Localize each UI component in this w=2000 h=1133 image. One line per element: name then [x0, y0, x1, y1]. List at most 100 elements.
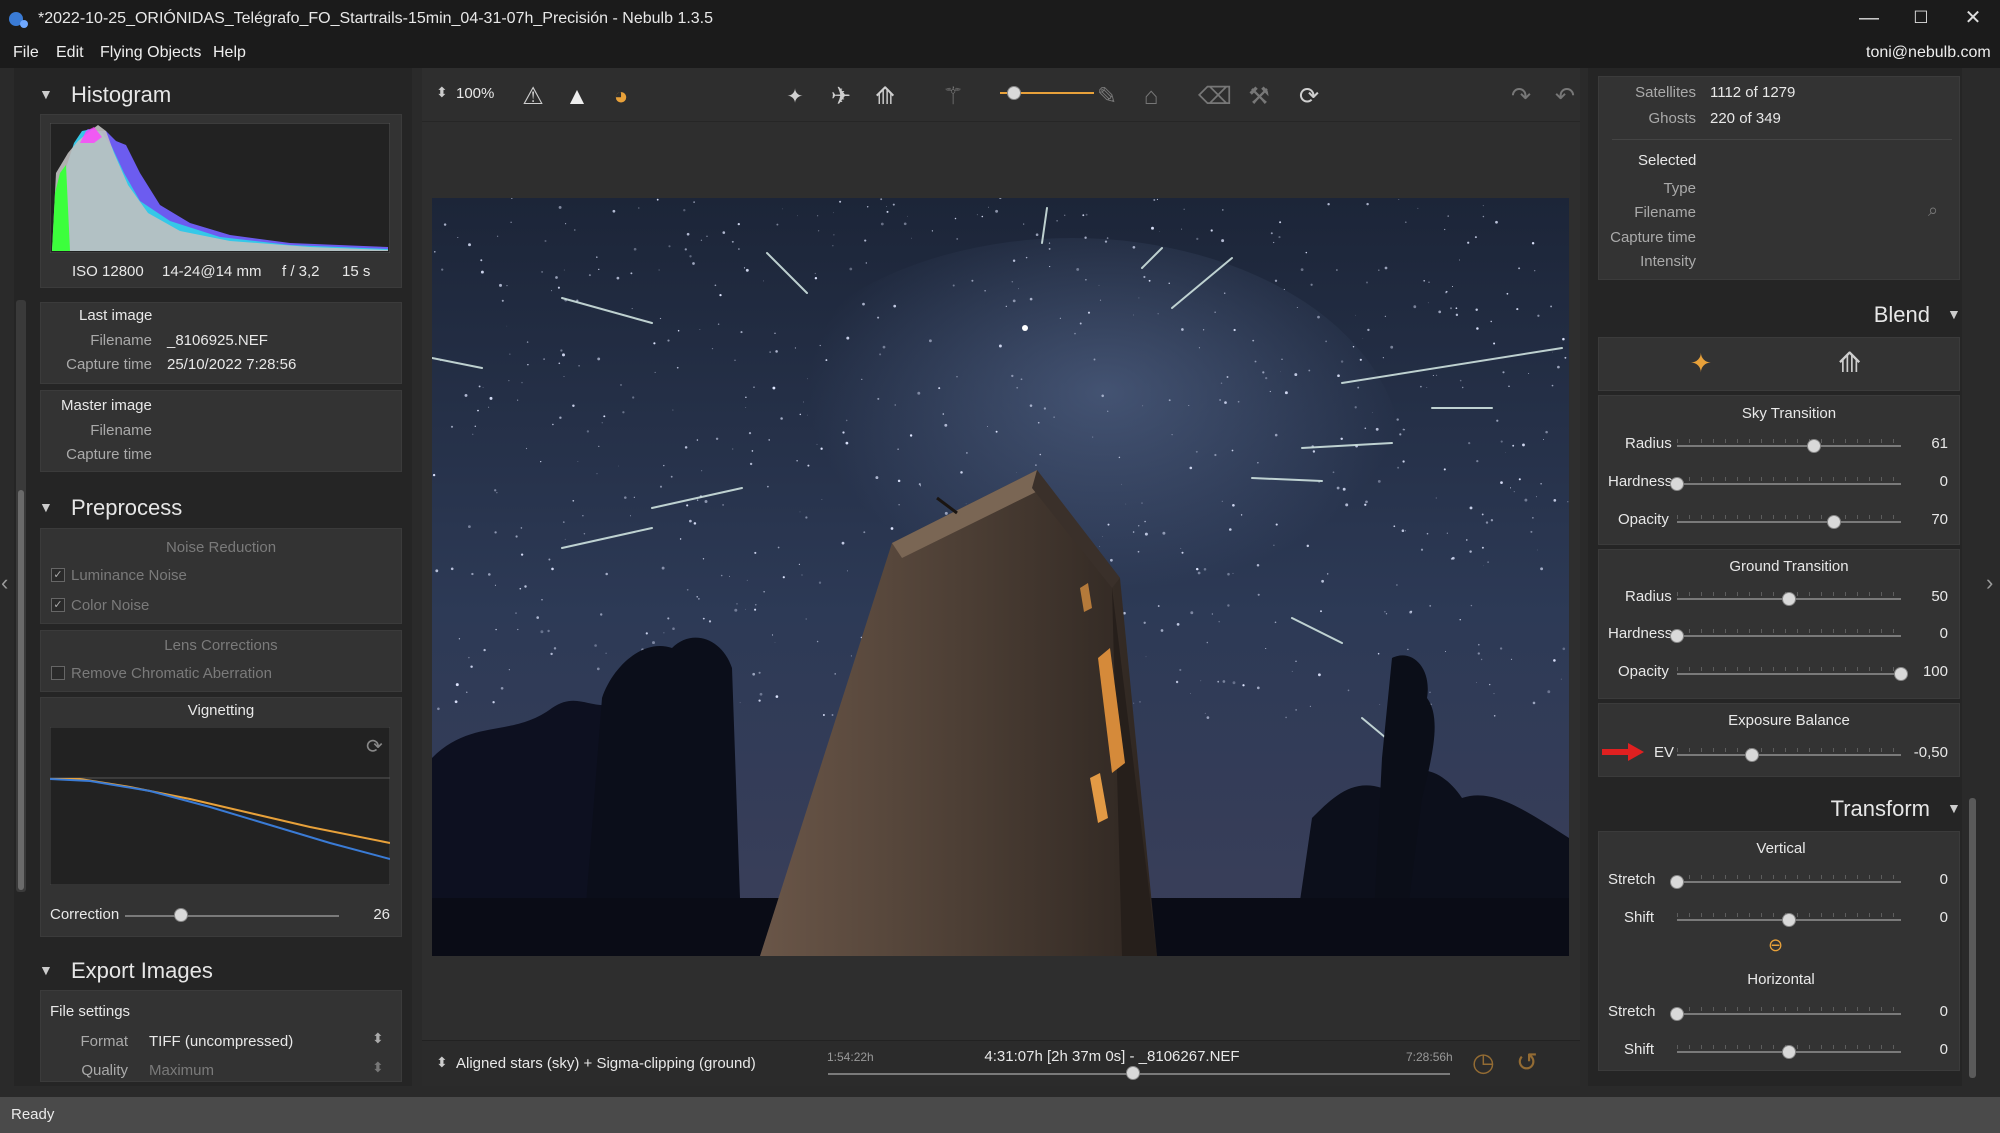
- stars-icon[interactable]: ✦: [778, 80, 812, 114]
- zoom-value[interactable]: 100%: [456, 85, 494, 102]
- broom-icon[interactable]: ⚒: [1242, 80, 1276, 114]
- format-value[interactable]: TIFF (uncompressed): [149, 1033, 293, 1050]
- star-dot: [1393, 525, 1396, 528]
- vignetting-curve: [50, 727, 390, 885]
- star-dot: [1475, 308, 1478, 311]
- star-dot: [1445, 651, 1446, 652]
- zoom-spinner-icon[interactable]: ⬍: [436, 84, 448, 101]
- lasso-icon[interactable]: ⌂: [1134, 80, 1168, 114]
- star-dot: [708, 620, 712, 623]
- star-dot: [1195, 450, 1198, 453]
- ground-hardness-slider-knob[interactable]: [1670, 629, 1684, 643]
- star-dot: [1144, 520, 1146, 523]
- palette-icon[interactable]: ◕: [604, 80, 638, 114]
- collapse-right-icon[interactable]: ›: [1986, 570, 1993, 596]
- locate-icon[interactable]: ⌕: [1928, 200, 1938, 221]
- warning-filled-icon[interactable]: ▲: [560, 80, 594, 114]
- tower-icon[interactable]: ⟰: [868, 80, 902, 114]
- sky-radius-slider[interactable]: [1677, 445, 1901, 447]
- star-dot: [1427, 302, 1429, 304]
- menu-bar: File Edit Flying Objects Help toni@nebul…: [0, 38, 2000, 68]
- menu-edit[interactable]: Edit: [56, 44, 84, 62]
- menu-file[interactable]: File: [13, 44, 39, 62]
- minimize-button[interactable]: —: [1842, 0, 1896, 38]
- refresh-icon[interactable]: ⟳: [1292, 80, 1326, 114]
- ground-tower-tab-icon[interactable]: ⟰: [1838, 346, 1861, 379]
- blend-collapse-icon[interactable]: ▼: [1947, 306, 1961, 322]
- ev-slider[interactable]: [1677, 754, 1901, 756]
- sky-hardness-slider[interactable]: [1677, 483, 1901, 485]
- left-scrollbar[interactable]: [16, 300, 26, 892]
- histogram-collapse-icon[interactable]: ▼: [39, 86, 53, 102]
- luminance-checkbox[interactable]: ✓: [51, 568, 65, 582]
- maximize-button[interactable]: ☐: [1894, 0, 1948, 38]
- star-dot: [942, 413, 945, 415]
- user-account[interactable]: toni@nebulb.com: [1866, 44, 1991, 62]
- horizontal-shift-slider-knob[interactable]: [1782, 1045, 1796, 1059]
- menu-flying-objects[interactable]: Flying Objects: [100, 44, 201, 62]
- star-dot: [1110, 558, 1113, 562]
- left-scrollbar-thumb[interactable]: [18, 490, 24, 890]
- color-noise-checkbox[interactable]: ✓: [51, 598, 65, 612]
- star-dot: [986, 426, 988, 427]
- quality-spinner-icon[interactable]: ⬍: [372, 1059, 384, 1076]
- export-collapse-icon[interactable]: ▼: [39, 962, 53, 978]
- ground-opacity-slider[interactable]: [1677, 673, 1901, 675]
- undo-icon[interactable]: ↶: [1548, 80, 1582, 114]
- blend-mode[interactable]: Aligned stars (sky) + Sigma-clipping (gr…: [456, 1055, 756, 1072]
- sky-radius-slider-knob[interactable]: [1806, 439, 1821, 453]
- brush-size-knob[interactable]: [1007, 86, 1021, 100]
- collapse-left-icon[interactable]: ‹: [1, 570, 8, 596]
- main-photo[interactable]: [432, 198, 1569, 956]
- menu-help[interactable]: Help: [213, 44, 246, 62]
- correction-slider[interactable]: [125, 915, 339, 917]
- link-icon[interactable]: ⊖: [1768, 935, 1783, 956]
- close-button[interactable]: ✕: [1946, 0, 2000, 38]
- ev-slider-knob[interactable]: [1744, 748, 1759, 762]
- vertical-stretch-slider[interactable]: [1677, 881, 1901, 883]
- star-dot: [865, 262, 867, 264]
- vertical-shift-slider-knob[interactable]: [1782, 913, 1796, 927]
- quality-value[interactable]: Maximum: [149, 1062, 214, 1079]
- ground-hardness-slider[interactable]: [1677, 635, 1901, 637]
- redo-icon[interactable]: ↷: [1504, 80, 1538, 114]
- brush-icon[interactable]: ✎: [1090, 80, 1124, 114]
- format-spinner-icon[interactable]: ⬍: [372, 1030, 384, 1047]
- sky-opacity-slider-knob[interactable]: [1826, 515, 1841, 529]
- warning-outline-icon[interactable]: ⚠: [516, 80, 550, 114]
- star-dot: [1309, 705, 1312, 708]
- ground-opacity-slider-knob[interactable]: [1894, 667, 1908, 681]
- right-scrollbar[interactable]: [1968, 68, 1978, 1086]
- preprocess-collapse-icon[interactable]: ▼: [39, 499, 53, 515]
- star-dot: [1305, 251, 1308, 254]
- blend-mode-spinner-icon[interactable]: ⬍: [436, 1054, 448, 1071]
- sky-hardness-slider-knob[interactable]: [1670, 477, 1684, 491]
- vignetting-reset-icon[interactable]: ⟳: [366, 734, 383, 759]
- star-dot: [1107, 410, 1109, 412]
- satellite-icon[interactable]: ✈: [824, 80, 858, 114]
- star-dot: [1181, 551, 1184, 554]
- horizontal-stretch-slider[interactable]: [1677, 1013, 1901, 1015]
- sky-opacity-slider-ticks: [1677, 515, 1901, 519]
- horizontal-stretch-slider-knob[interactable]: [1670, 1007, 1684, 1021]
- timeline-knob[interactable]: [1125, 1066, 1140, 1080]
- correction-slider-knob[interactable]: [173, 908, 188, 922]
- history-icon[interactable]: ↺: [1516, 1047, 1538, 1078]
- star-dot: [1084, 236, 1087, 239]
- ground-radius-slider-knob[interactable]: [1782, 592, 1796, 606]
- eraser-icon[interactable]: ⌫: [1198, 80, 1232, 114]
- clock-icon[interactable]: ◷: [1472, 1047, 1495, 1078]
- star-dot: [663, 464, 665, 467]
- right-scrollbar-thumb[interactable]: [1969, 798, 1976, 1078]
- chromatic-checkbox[interactable]: [51, 666, 65, 680]
- magic-wand-icon[interactable]: ⚚: [936, 80, 970, 114]
- vertical-stretch-slider-knob[interactable]: [1670, 875, 1684, 889]
- star-dot: [1512, 444, 1515, 447]
- star-dot: [722, 231, 726, 234]
- star-dot: [1493, 693, 1495, 695]
- sky-stars-tab-icon[interactable]: ✦: [1690, 348, 1712, 379]
- star-dot: [1385, 613, 1388, 615]
- transform-collapse-icon[interactable]: ▼: [1947, 800, 1961, 816]
- star-dot: [1223, 292, 1226, 294]
- sky-opacity-slider[interactable]: [1677, 521, 1901, 523]
